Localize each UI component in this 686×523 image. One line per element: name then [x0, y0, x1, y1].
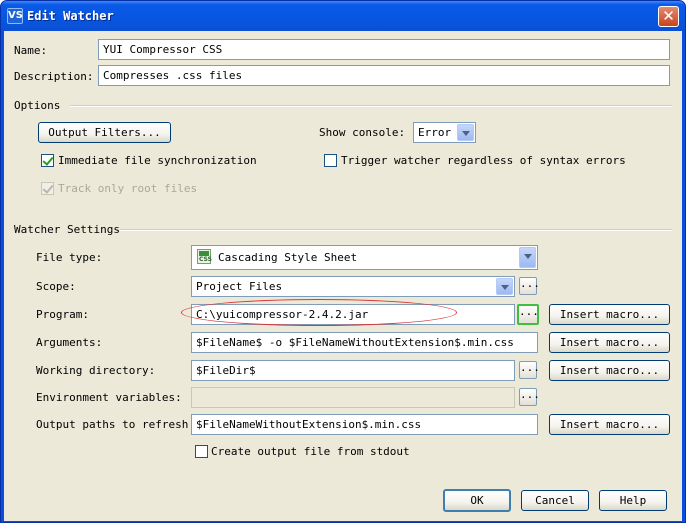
options-group-label: Options: [14, 99, 61, 112]
immediate-sync-checkbox[interactable]: [41, 154, 54, 167]
edit-watcher-dialog: VS Edit Watcher ✕ Name: YUI Compressor C…: [0, 0, 686, 523]
working-directory-browse-button[interactable]: ...: [519, 361, 540, 379]
output-filters-button[interactable]: Output Filters...: [38, 122, 171, 143]
environment-variables-browse-button[interactable]: ...: [519, 388, 540, 406]
chevron-down-icon[interactable]: [457, 124, 474, 141]
output-paths-label: Output paths to refresh:: [36, 418, 195, 431]
file-type-label: File type:: [36, 251, 103, 264]
options-divider: [70, 105, 672, 107]
immediate-sync-label: Immediate file synchronization: [58, 154, 257, 167]
chevron-down-icon[interactable]: [496, 278, 513, 295]
trigger-watcher-label: Trigger watcher regardless of syntax err…: [341, 154, 626, 167]
scope-select[interactable]: Project Files: [191, 276, 515, 297]
track-root-label: Track only root files: [58, 182, 198, 195]
arguments-insert-macro-button[interactable]: Insert macro...: [549, 332, 670, 353]
watcher-settings-divider: [120, 229, 672, 231]
ok-button[interactable]: OK: [443, 489, 511, 512]
file-type-value: Cascading Style Sheet: [218, 251, 358, 264]
working-directory-field[interactable]: $FileDir$: [191, 360, 515, 381]
cancel-button[interactable]: Cancel: [521, 490, 589, 511]
arguments-label: Arguments:: [36, 336, 103, 349]
create-output-checkbox[interactable]: [195, 445, 208, 458]
name-label: Name:: [14, 44, 47, 58]
show-console-value: Error: [418, 126, 452, 139]
chevron-down-icon[interactable]: [519, 247, 536, 268]
scope-label: Scope:: [36, 280, 76, 293]
name-field[interactable]: YUI Compressor CSS: [98, 39, 670, 60]
show-console-label: Show console:: [319, 126, 406, 139]
app-icon: VS: [7, 8, 23, 24]
description-field[interactable]: Compresses .css files: [98, 65, 670, 86]
output-paths-insert-macro-button[interactable]: Insert macro...: [549, 414, 670, 435]
help-button[interactable]: Help: [599, 490, 667, 511]
show-console-select[interactable]: Error: [413, 122, 476, 143]
description-label: Description:: [14, 70, 94, 83]
program-insert-macro-button[interactable]: Insert macro...: [549, 304, 670, 325]
annotation-ellipse: [181, 299, 457, 326]
program-label: Program:: [36, 308, 89, 321]
program-browse-button[interactable]: ...: [517, 304, 539, 325]
title-bar[interactable]: VS Edit Watcher ✕: [1, 1, 685, 31]
name-label-text: Name:: [14, 44, 48, 57]
working-directory-label: Working directory:: [36, 364, 156, 377]
output-paths-field[interactable]: $FileNameWithoutExtension$.min.css: [191, 414, 538, 435]
create-output-label: Create output file from stdout: [211, 445, 410, 458]
scope-value: Project Files: [196, 280, 283, 293]
window-title: Edit Watcher: [27, 9, 114, 23]
dialog-body: Name: YUI Compressor CSS Description: Co…: [4, 31, 682, 521]
environment-variables-field: [191, 387, 515, 408]
working-directory-insert-macro-button[interactable]: Insert macro...: [549, 360, 670, 381]
environment-variables-label: Environment variables:: [36, 391, 182, 404]
scope-browse-button[interactable]: ...: [519, 277, 540, 295]
track-root-checkbox: [41, 182, 54, 195]
trigger-watcher-checkbox[interactable]: [324, 154, 337, 167]
css-file-icon: CSS: [197, 249, 212, 264]
watcher-settings-group-label: Watcher Settings: [14, 223, 120, 236]
close-icon[interactable]: ✕: [658, 6, 679, 27]
arguments-field[interactable]: $FileName$ -o $FileNameWithoutExtension$…: [191, 332, 538, 353]
file-type-select[interactable]: CSS Cascading Style Sheet: [191, 245, 538, 270]
